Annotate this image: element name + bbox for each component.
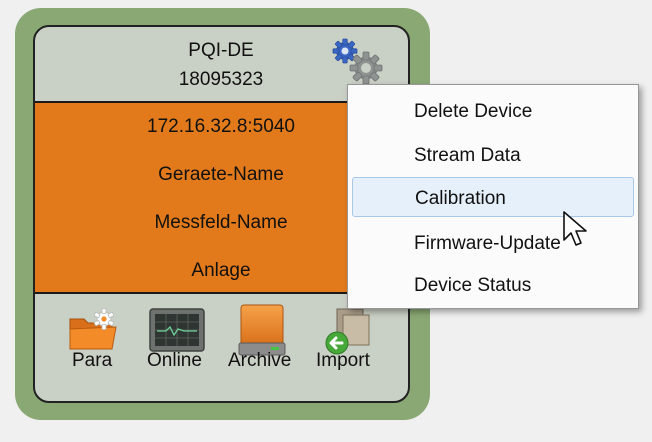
menu-item-label: Calibration: [415, 188, 506, 209]
menu-item-delete-device[interactable]: Delete Device: [352, 91, 634, 131]
online-monitor-icon[interactable]: [148, 307, 206, 353]
archive-drive-icon[interactable]: [237, 303, 287, 357]
online-button[interactable]: Online: [147, 350, 202, 372]
menu-item-device-status[interactable]: Device Status: [352, 265, 634, 305]
archive-button[interactable]: Archive: [228, 350, 291, 372]
menu-item-label: Delete Device: [414, 101, 533, 122]
menu-item-calibration[interactable]: Calibration: [352, 177, 634, 217]
menu-item-firmware-update[interactable]: Firmware-Update: [352, 223, 634, 263]
settings-gear-icon[interactable]: [329, 35, 387, 87]
menu-item-label: Stream Data: [414, 145, 521, 166]
menu-item-label: Device Status: [414, 275, 532, 296]
para-button[interactable]: Para: [72, 350, 112, 372]
device-context-menu: Delete Device Stream Data Calibration Fi…: [347, 84, 639, 309]
para-folder-gear-icon[interactable]: [66, 303, 122, 355]
menu-item-stream-data[interactable]: Stream Data: [352, 135, 634, 175]
import-button[interactable]: Import: [316, 350, 370, 372]
menu-item-label: Firmware-Update: [414, 233, 561, 254]
mouse-pointer-icon: [563, 211, 587, 246]
